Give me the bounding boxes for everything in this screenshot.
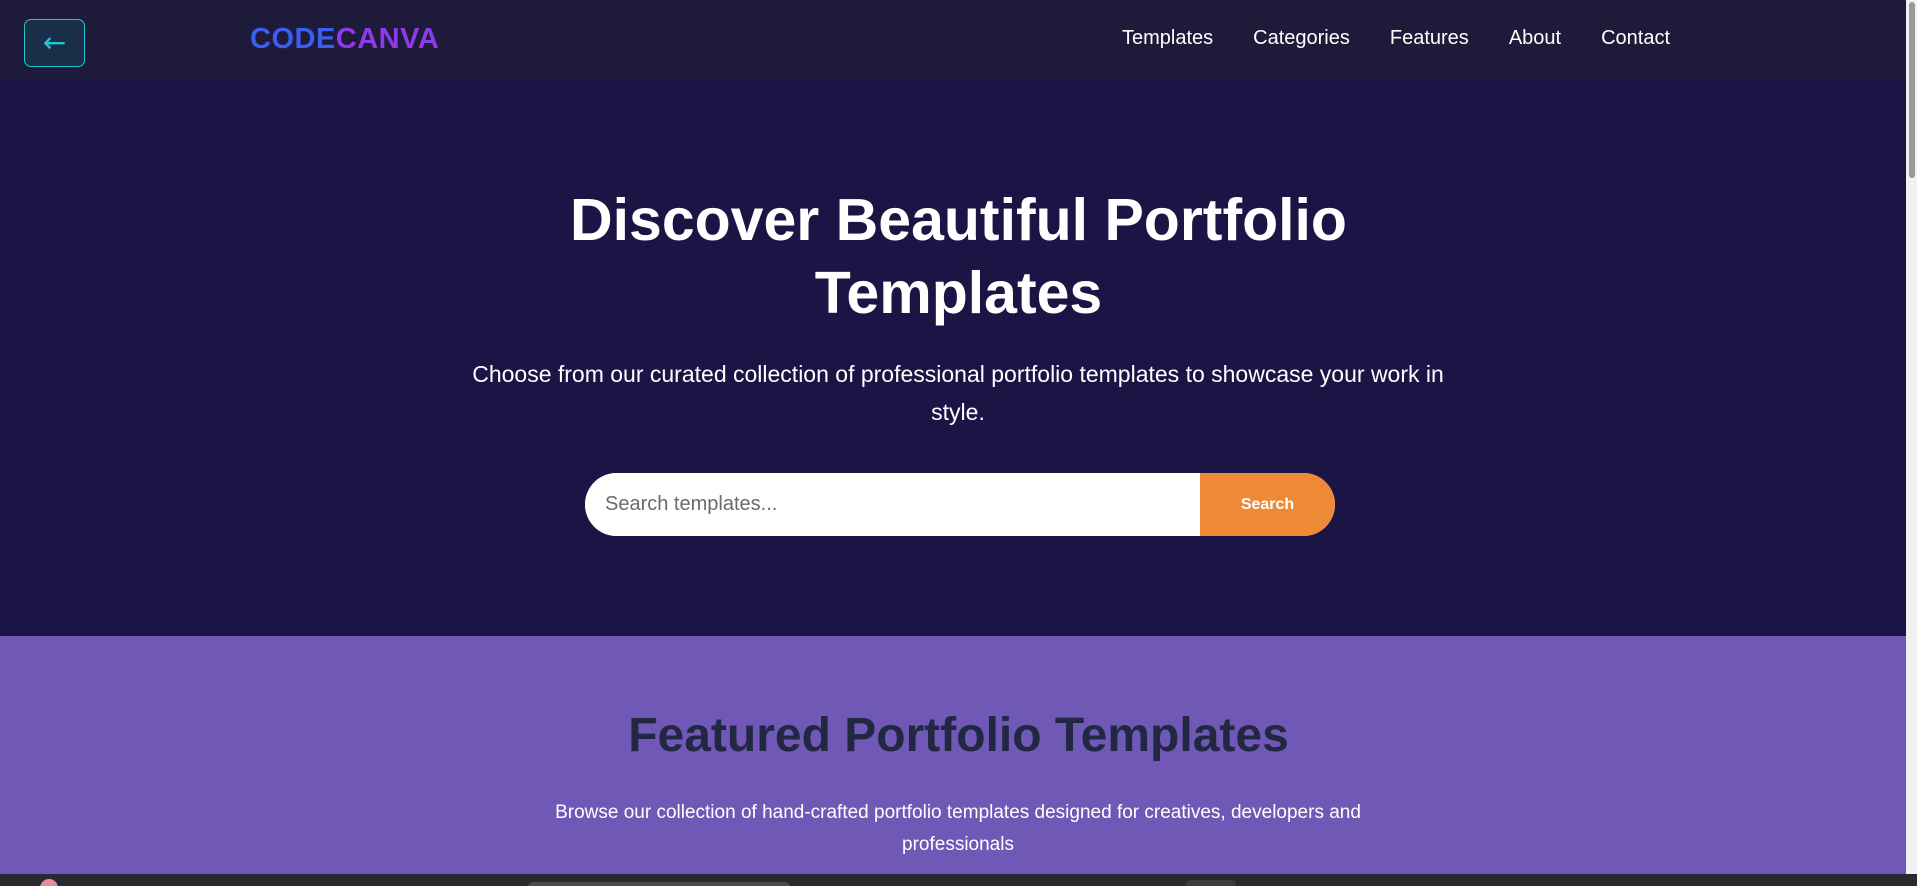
search-input[interactable] [585, 473, 1200, 536]
nav-link-features[interactable]: Features [1390, 24, 1469, 52]
nav-link-categories[interactable]: Categories [1253, 24, 1350, 52]
nav-link-about[interactable]: About [1509, 24, 1561, 52]
logo-part-code: CODE [250, 22, 336, 55]
hero-title-line-2: Templates [814, 260, 1103, 326]
nav-link-contact[interactable]: Contact [1601, 24, 1670, 52]
taskbar-dot-icon[interactable] [40, 879, 58, 886]
scrollbar-thumb[interactable] [1909, 2, 1915, 178]
nav-link-templates[interactable]: Templates [1122, 24, 1213, 52]
hero-subtitle: Choose from our curated collection of pr… [472, 361, 1444, 425]
back-arrow-button[interactable]: ← [24, 19, 85, 67]
hero-title-line-1: Discover Beautiful Portfolio [570, 187, 1347, 253]
taskbar-box[interactable] [1186, 880, 1236, 886]
featured-title: Featured Portfolio Templates [628, 709, 1289, 762]
featured-description: Browse our collection of hand-crafted po… [555, 802, 1361, 855]
bottom-taskbar-strip [0, 874, 1917, 886]
hero-section: Discover Beautiful Portfolio Templates C… [0, 80, 1917, 636]
search-button[interactable]: Search [1200, 473, 1335, 536]
logo[interactable]: CODE CANVA [250, 20, 439, 58]
page-scrollbar[interactable] [1906, 0, 1917, 874]
hero-title: Discover Beautiful Portfolio Templates [0, 184, 1917, 330]
taskbar-pill[interactable] [528, 882, 790, 886]
main-nav: Templates Categories Features About Cont… [1122, 24, 1670, 52]
site-header: ← CODE CANVA Templates Categories Feature… [0, 0, 1917, 80]
arrow-left-icon: ← [42, 26, 67, 59]
featured-section: Featured Portfolio Templates Browse our … [0, 636, 1917, 874]
logo-part-canva: CANVA [335, 22, 440, 55]
search-bar: Search [585, 473, 1335, 536]
